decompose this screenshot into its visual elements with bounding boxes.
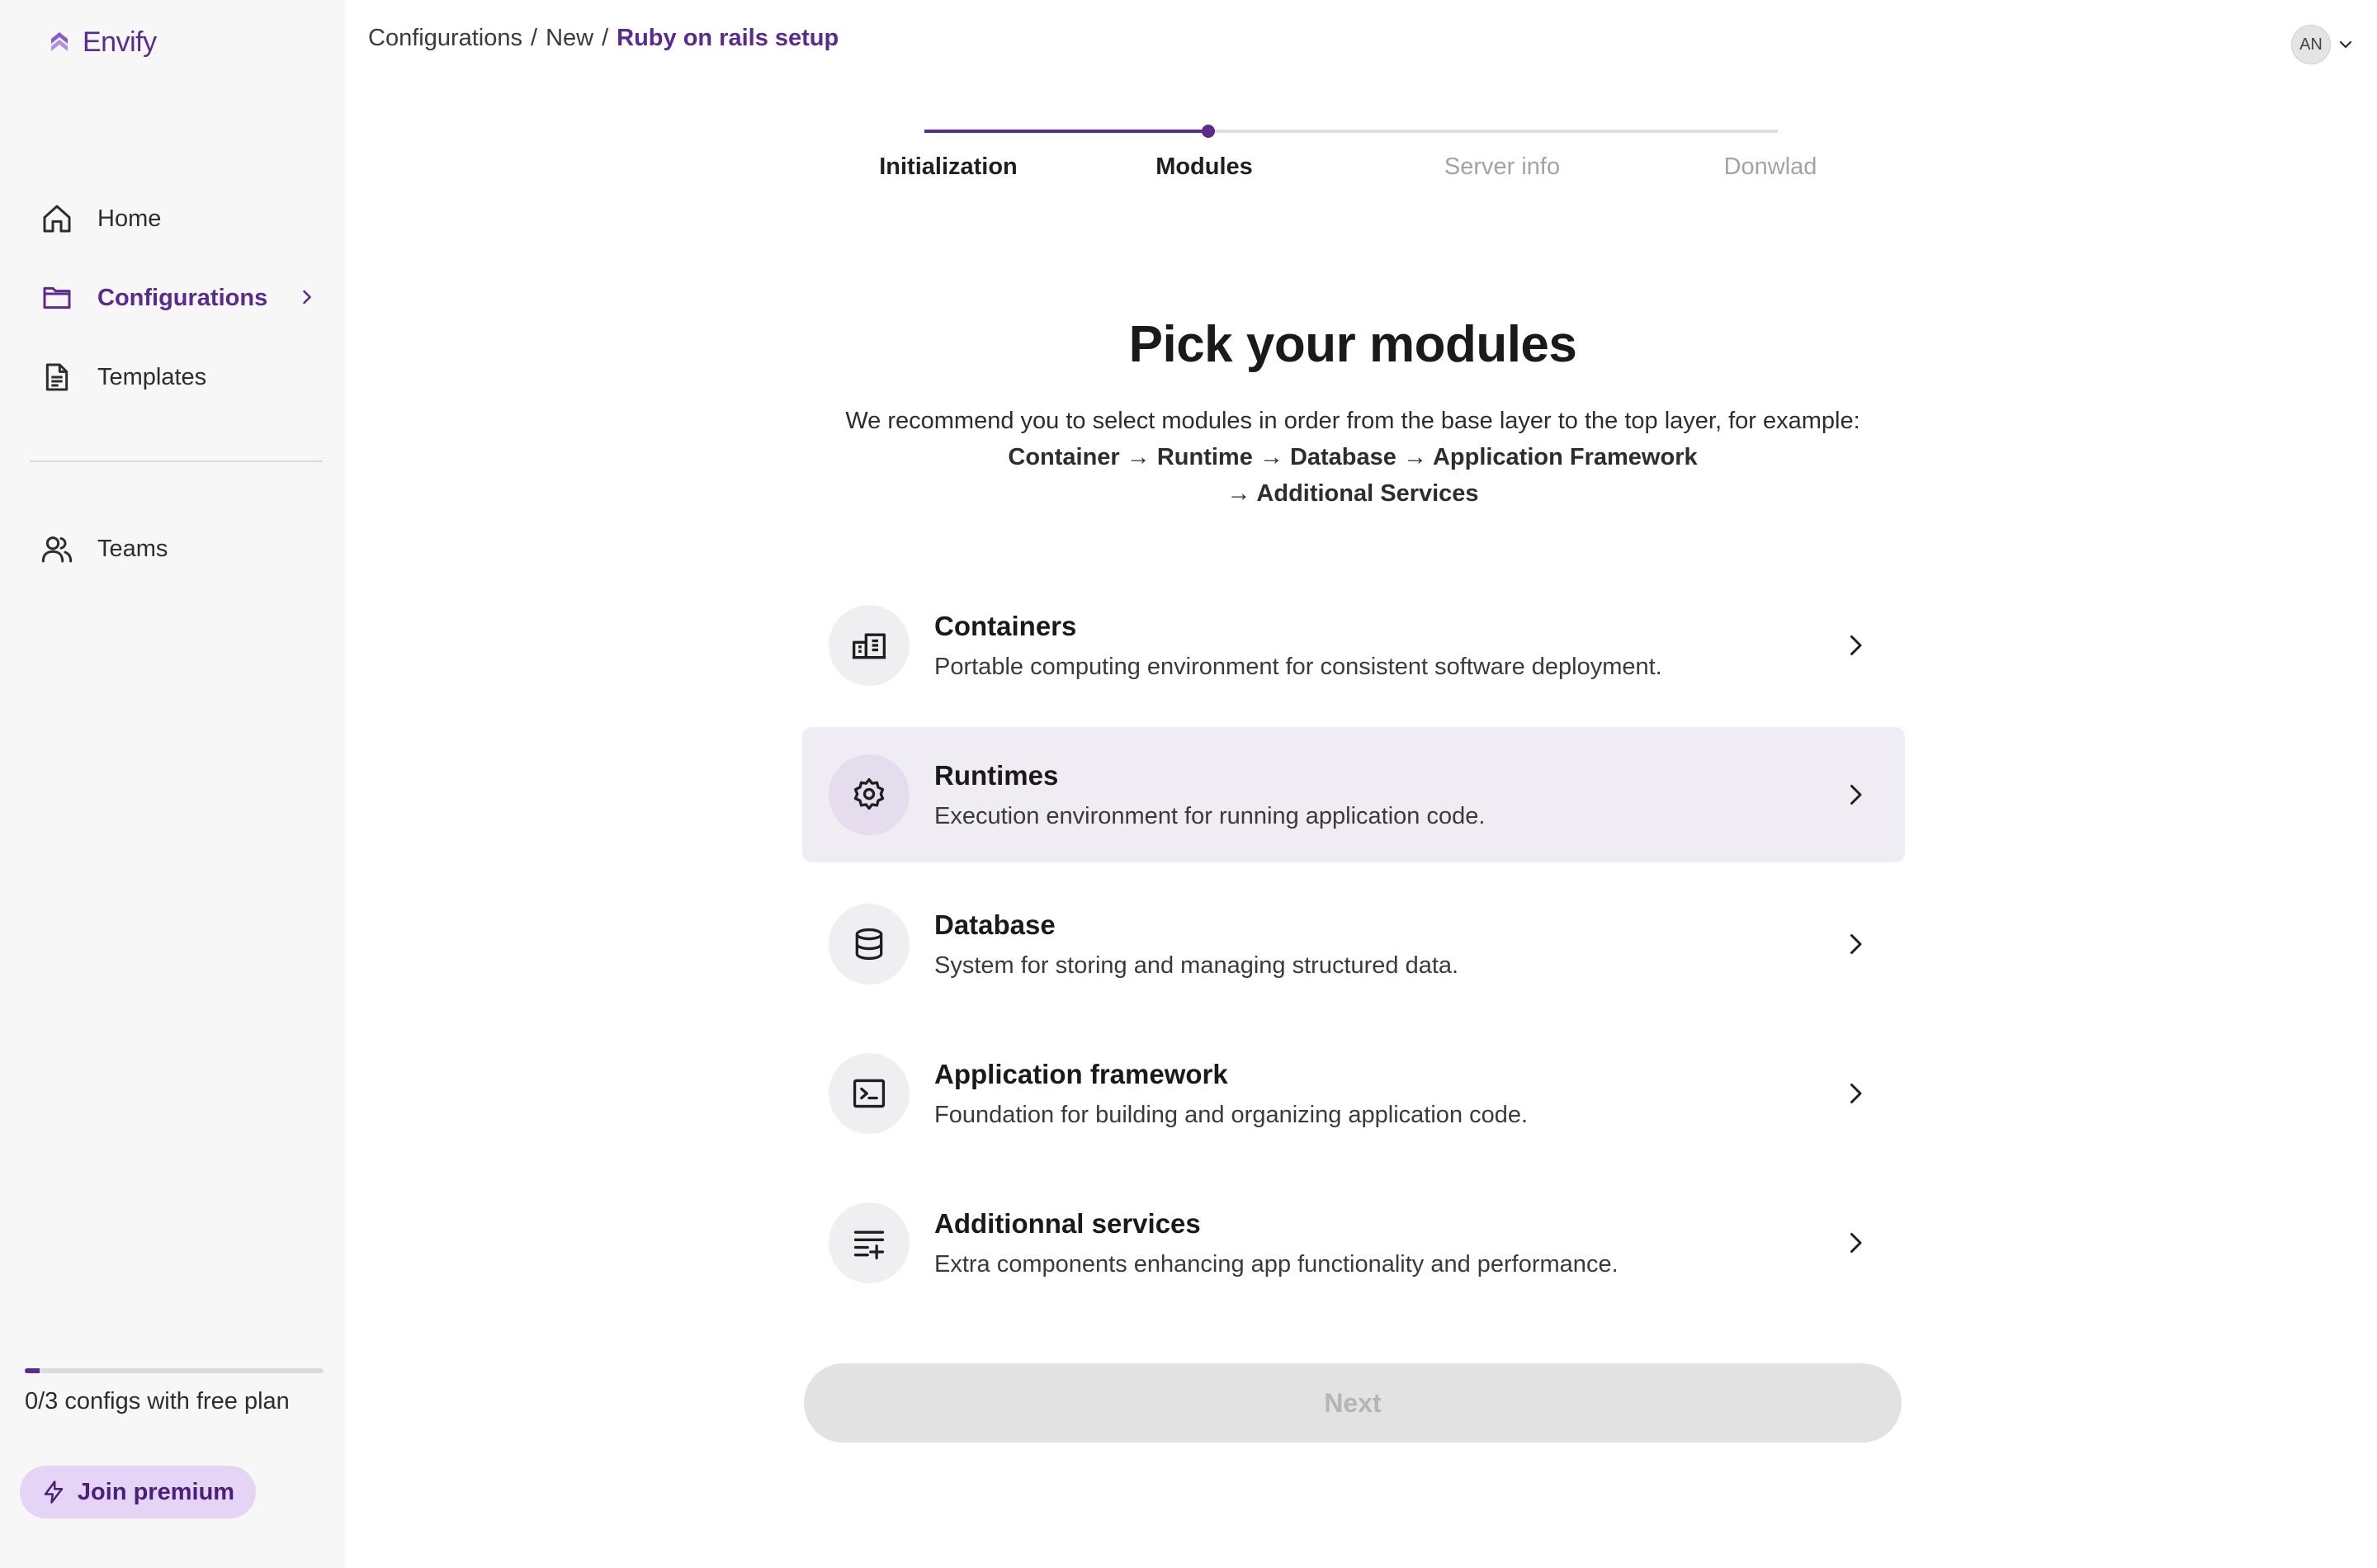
chevron-right-icon: [1850, 635, 1862, 655]
module-application-framework[interactable]: Application framework Foundation for bui…: [802, 1026, 1905, 1161]
gear-icon: [829, 754, 910, 835]
playlist-add-icon: [829, 1202, 910, 1283]
stepper-track: [924, 125, 1778, 138]
stepper-progress: [924, 130, 1209, 133]
user-menu[interactable]: AN: [2291, 25, 2356, 64]
module-description: Portable computing environment for consi…: [934, 653, 1662, 680]
step-modules[interactable]: Modules: [1155, 153, 1253, 181]
app-name: Envify: [83, 26, 157, 58]
intro-text: We recommend you to select modules in or…: [796, 403, 1910, 512]
module-containers[interactable]: Containers Portable computing environmen…: [802, 578, 1905, 713]
sidebar-divider: [30, 460, 323, 462]
module-order-line-1: Container → Runtime → Database → Applica…: [1008, 444, 1698, 470]
module-description: Execution environment for running applic…: [934, 802, 1486, 829]
page-title: Pick your modules: [1128, 316, 1577, 373]
module-additional-services[interactable]: Additionnal services Extra components en…: [802, 1175, 1905, 1311]
sidebar-item-home[interactable]: Home: [30, 191, 327, 246]
module-title: Runtimes: [934, 759, 1059, 791]
step-server-info: Server info: [1444, 153, 1561, 180]
breadcrumb-item-configurations[interactable]: Configurations: [368, 25, 522, 52]
sidebar-item-label: Home: [97, 205, 162, 232]
breadcrumb-separator: /: [531, 25, 538, 51]
sidebar-secondary-nav: Teams: [30, 522, 327, 601]
module-title: Containers: [934, 610, 1077, 641]
avatar[interactable]: AN: [2291, 25, 2331, 64]
app-logo[interactable]: Envify: [46, 26, 157, 59]
plan-usage-bar: [25, 1368, 324, 1373]
chevron-right-icon: [303, 290, 311, 305]
plan-usage-text: 0/3 configs with free plan: [25, 1388, 290, 1415]
breadcrumb: Configurations / New / Ruby on rails set…: [368, 25, 839, 52]
chevron-right-icon: [1850, 934, 1862, 954]
join-premium-label: Join premium: [77, 1478, 235, 1505]
join-premium-button[interactable]: Join premium: [20, 1466, 256, 1518]
sidebar-item-templates[interactable]: Templates: [30, 350, 327, 404]
containers-icon: [829, 605, 910, 686]
document-icon: [40, 360, 74, 394]
chevron-right-icon: [1850, 1084, 1862, 1103]
next-button[interactable]: Next: [804, 1363, 1902, 1443]
chevron-right-icon: [1850, 785, 1862, 805]
module-description: System for storing and managing structur…: [934, 952, 1459, 979]
folder-icon: [40, 281, 74, 315]
envify-logo-icon: [51, 31, 68, 51]
sidebar-item-label: Teams: [97, 535, 168, 562]
module-runtimes[interactable]: Runtimes Execution environment for runni…: [802, 727, 1905, 862]
lightning-icon: [44, 1481, 64, 1504]
module-description: Foundation for building and organizing a…: [934, 1101, 1529, 1128]
chevron-down-icon[interactable]: [2336, 35, 2356, 54]
plan-usage-fill: [25, 1368, 40, 1373]
users-icon: [40, 531, 74, 566]
database-icon: [829, 904, 910, 985]
module-title: Additionnal services: [934, 1207, 1201, 1239]
sidebar-item-teams[interactable]: Teams: [30, 522, 327, 576]
sidebar-item-label: Configurations: [97, 284, 268, 311]
sidebar: Envify Home Configurations Templates Tea…: [0, 0, 345, 1568]
breadcrumb-item-new[interactable]: New: [546, 25, 593, 52]
sidebar-item-label: Templates: [97, 363, 207, 390]
terminal-icon: [829, 1053, 910, 1134]
module-list: Containers Portable computing environmen…: [802, 578, 1905, 1325]
step-initialization[interactable]: Initialization: [879, 153, 1018, 181]
module-database[interactable]: Database System for storing and managing…: [802, 876, 1905, 1012]
step-download: Donwlad: [1723, 153, 1817, 180]
home-icon: [40, 201, 74, 236]
stepper-current-dot: [1202, 125, 1216, 138]
sidebar-nav: Home Configurations Templates: [30, 191, 327, 429]
sidebar-item-configurations[interactable]: Configurations: [30, 271, 327, 325]
intro-sentence: We recommend you to select modules in or…: [845, 408, 1860, 434]
breadcrumb-separator: /: [602, 25, 609, 51]
module-order-line-2: → Additional Services: [1226, 480, 1479, 507]
module-title: Application framework: [934, 1058, 1228, 1089]
module-description: Extra components enhancing app functiona…: [934, 1250, 1619, 1278]
breadcrumb-current: Ruby on rails setup: [617, 25, 839, 51]
chevron-right-icon: [1850, 1233, 1862, 1253]
module-title: Database: [934, 909, 1056, 940]
